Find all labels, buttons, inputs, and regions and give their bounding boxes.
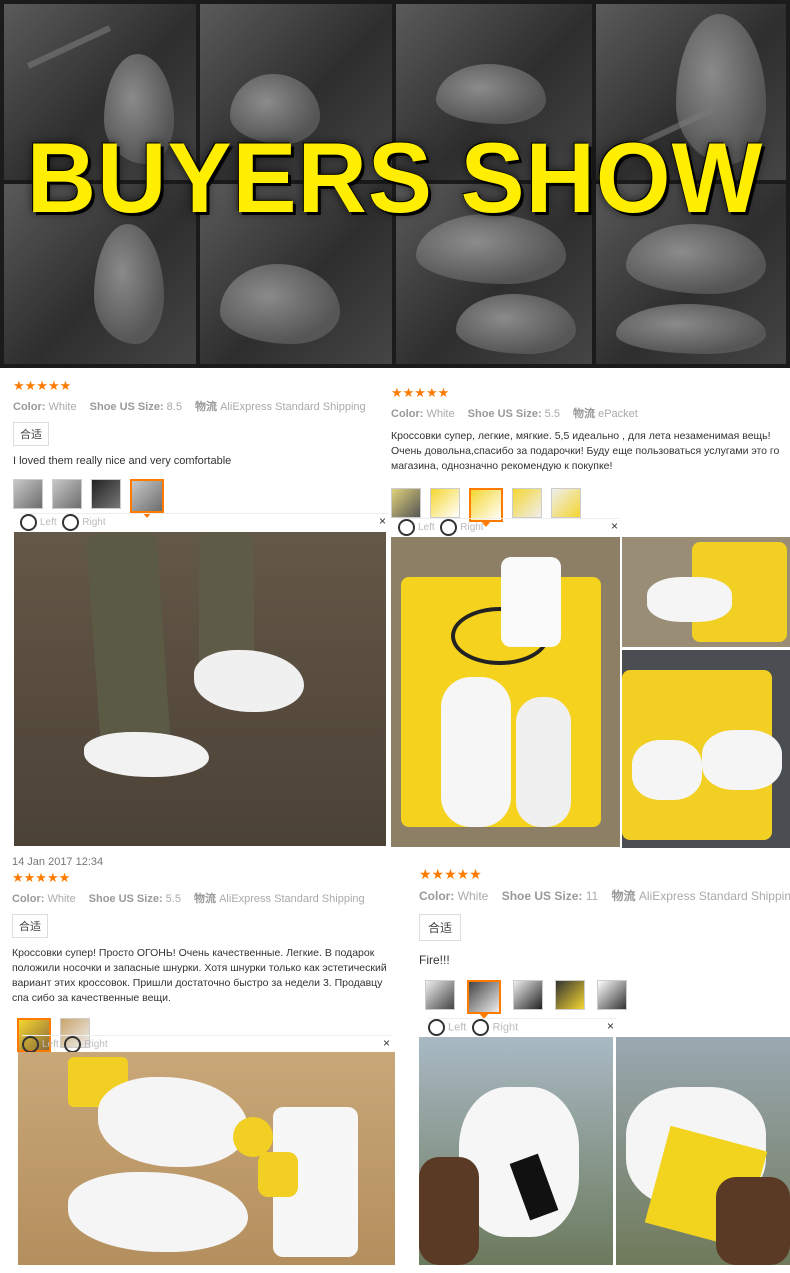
thumbnail[interactable] xyxy=(91,479,121,509)
review-meta: Color: White Shoe US Size: 5.5 物流 AliExp… xyxy=(12,893,365,905)
review-thumbnails xyxy=(425,980,790,1019)
review-meta: Color: White Shoe US Size: 11 物流 AliExpr… xyxy=(419,889,790,903)
thumbnail-selected[interactable] xyxy=(467,980,501,1019)
review-date: 14 Jan 2017 12:34 xyxy=(12,856,104,868)
review-thumbnails xyxy=(391,488,789,527)
fit-tag[interactable]: 合适 xyxy=(12,914,48,938)
image-viewer-toolbar: Left Right × xyxy=(398,518,620,536)
image-viewer-toolbar: Left Right × xyxy=(22,1035,392,1053)
close-icon[interactable]: × xyxy=(383,1036,390,1050)
thumbnail-selected[interactable] xyxy=(469,488,503,527)
fit-tag[interactable]: 合适 xyxy=(13,422,49,446)
star-rating: ★★★★★ xyxy=(419,866,482,882)
thumbnail[interactable] xyxy=(52,479,82,509)
image-viewer-toolbar: Left Right × xyxy=(20,513,388,531)
review-card: ★★★★★ Color: White Shoe US Size: 8.5 物流 … xyxy=(13,378,388,518)
review-photo[interactable] xyxy=(622,537,790,647)
review-meta: Color: White Shoe US Size: 5.5 物流 ePacke… xyxy=(391,408,638,420)
thumbnail[interactable] xyxy=(513,980,543,1010)
rotate-left-icon[interactable] xyxy=(428,1019,445,1036)
close-icon[interactable]: × xyxy=(607,1019,614,1033)
rotate-right-label[interactable]: Right xyxy=(460,522,483,533)
rotate-left-icon[interactable] xyxy=(398,519,415,536)
review-text: Кроссовки супер! Просто ОГОНЬ! Очень кач… xyxy=(12,947,387,1004)
rotate-left-label[interactable]: Left xyxy=(40,517,57,528)
star-rating: ★★★★★ xyxy=(391,385,450,400)
banner-title: BUYERS SHOW xyxy=(26,123,764,234)
review-card: ★★★★★ Color: White Shoe US Size: 11 物流 A… xyxy=(419,866,790,1019)
review-photo[interactable] xyxy=(14,532,386,846)
rotate-left-icon[interactable] xyxy=(20,514,37,531)
image-viewer-toolbar: Left Right × xyxy=(428,1018,616,1036)
rotate-right-icon[interactable] xyxy=(440,519,458,536)
thumbnail[interactable] xyxy=(551,488,581,518)
review-photo[interactable] xyxy=(622,650,790,848)
review-meta: Color: White Shoe US Size: 8.5 物流 AliExp… xyxy=(13,401,366,413)
close-icon[interactable]: × xyxy=(379,514,386,528)
thumbnail[interactable] xyxy=(597,980,627,1010)
fit-tag[interactable]: 合适 xyxy=(419,914,462,941)
review-text: Fire!!! xyxy=(419,953,450,967)
thumbnail[interactable] xyxy=(13,479,43,509)
review-thumbnails xyxy=(13,479,388,518)
close-icon[interactable]: × xyxy=(611,519,618,533)
review-photo[interactable] xyxy=(419,1037,613,1265)
review-text: I loved them really nice and very comfor… xyxy=(13,455,232,467)
rotate-right-label[interactable]: Right xyxy=(492,1022,518,1034)
rotate-left-label[interactable]: Left xyxy=(448,1022,466,1034)
review-text: Кроссовки супер, легкие, мягкие. 5,5 иде… xyxy=(391,430,780,472)
rotate-left-label[interactable]: Left xyxy=(42,1039,59,1050)
buyers-show-banner: BUYERS SHOW xyxy=(0,0,790,368)
review-card: ★★★★★ Color: White Shoe US Size: 5.5 物流 … xyxy=(391,385,789,527)
review-photo[interactable] xyxy=(391,537,620,847)
rotate-right-label[interactable]: Right xyxy=(84,1039,107,1050)
rotate-right-icon[interactable] xyxy=(472,1019,490,1036)
thumbnail[interactable] xyxy=(430,488,460,518)
star-rating: ★★★★★ xyxy=(12,870,71,885)
star-rating: ★★★★★ xyxy=(13,378,72,393)
thumbnail[interactable] xyxy=(425,980,455,1010)
review-photo[interactable] xyxy=(616,1037,790,1265)
rotate-right-label[interactable]: Right xyxy=(82,517,105,528)
review-card: 14 Jan 2017 12:34 ★★★★★ Color: White Sho… xyxy=(12,856,390,1057)
review-photo[interactable] xyxy=(18,1052,395,1265)
thumbnail[interactable] xyxy=(391,488,421,518)
thumbnail[interactable] xyxy=(512,488,542,518)
rotate-right-icon[interactable] xyxy=(64,1036,82,1053)
rotate-left-icon[interactable] xyxy=(22,1036,39,1053)
thumbnail[interactable] xyxy=(555,980,585,1010)
rotate-right-icon[interactable] xyxy=(62,514,80,531)
thumbnail-selected[interactable] xyxy=(130,479,164,518)
rotate-left-label[interactable]: Left xyxy=(418,522,435,533)
